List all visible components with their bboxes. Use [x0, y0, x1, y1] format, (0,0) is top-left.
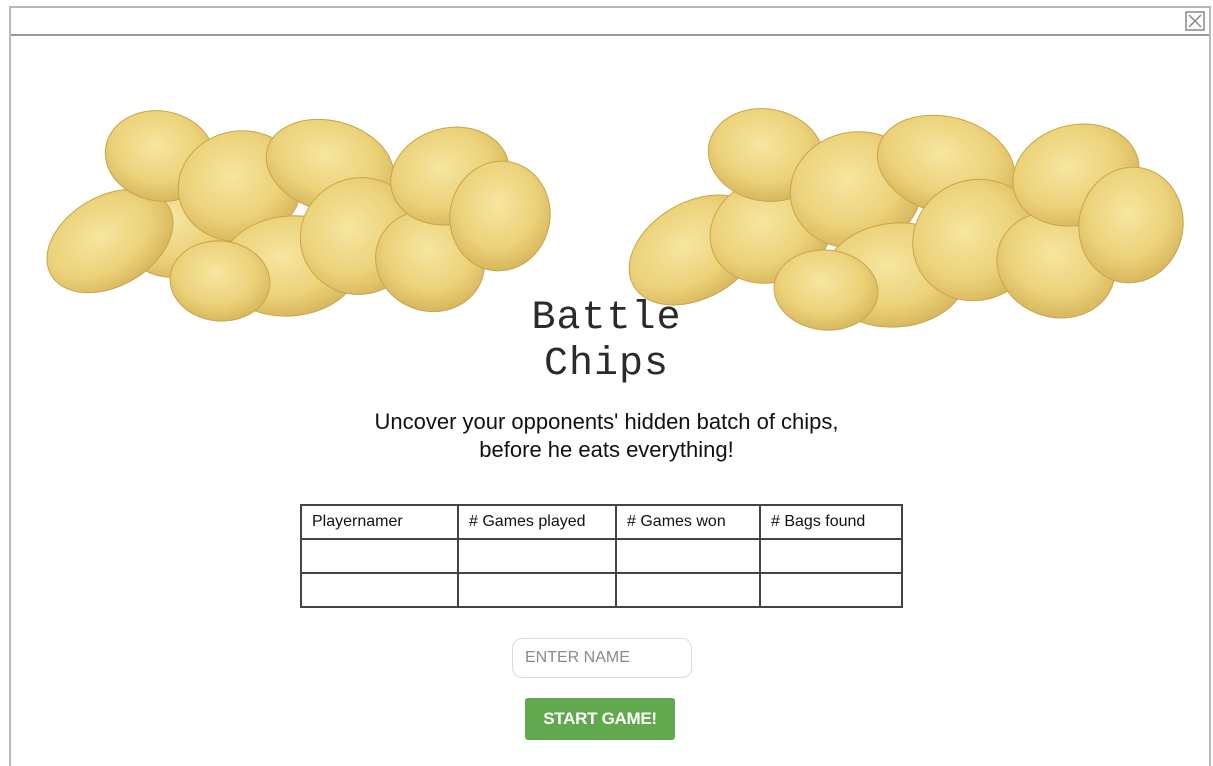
- header-bags-found: # Bags found: [759, 504, 903, 540]
- header-games-won: # Games won: [615, 504, 761, 540]
- header-games-played: # Games played: [457, 504, 617, 540]
- table-cell: [615, 572, 761, 608]
- game-title-line1: Battle: [531, 296, 682, 341]
- table-row: [300, 538, 903, 574]
- start-game-button[interactable]: START GAME!: [525, 698, 675, 740]
- game-title-line2: Chips: [543, 342, 670, 387]
- close-icon[interactable]: [1185, 11, 1205, 31]
- table-cell: [615, 538, 761, 574]
- subtitle-line1: Uncover your opponents' hidden batch of …: [374, 409, 839, 434]
- table-cell: [300, 572, 459, 608]
- player-name-input[interactable]: [512, 638, 692, 678]
- chips-image-left: [46, 110, 551, 322]
- game-subtitle: Uncover your opponents' hidden batch of …: [0, 408, 1213, 464]
- table-row: [300, 572, 903, 608]
- table-cell: [457, 572, 617, 608]
- table-cell: [759, 572, 903, 608]
- table-cell: [300, 538, 459, 574]
- table-header-row: Playernamer # Games played # Games won #…: [300, 504, 903, 540]
- scoreboard-table: Playernamer # Games played # Games won #…: [300, 504, 903, 608]
- window-titlebar: [11, 8, 1209, 36]
- header-playername: Playernamer: [300, 504, 459, 540]
- game-title: Battle Chips: [0, 296, 1213, 388]
- table-cell: [759, 538, 903, 574]
- subtitle-line2: before he eats everything!: [479, 437, 734, 462]
- table-cell: [457, 538, 617, 574]
